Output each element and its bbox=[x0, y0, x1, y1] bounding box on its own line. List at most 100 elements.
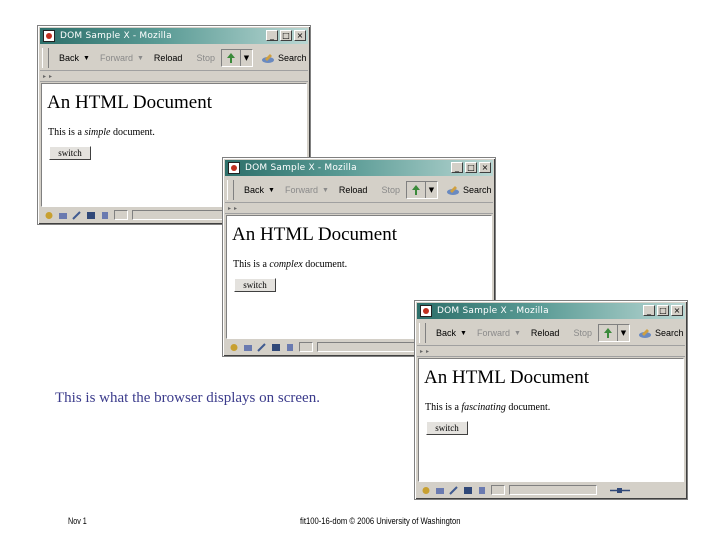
stop-button[interactable]: Stop bbox=[573, 328, 592, 338]
switch-button[interactable]: switch bbox=[49, 146, 91, 160]
toolbar-grip[interactable] bbox=[419, 323, 426, 343]
chat-icon[interactable] bbox=[463, 486, 473, 495]
stop-button[interactable]: Stop bbox=[196, 53, 215, 63]
navigator-icon[interactable] bbox=[44, 211, 54, 220]
toolbar-arrow-icon[interactable]: ▸ bbox=[420, 348, 423, 355]
forward-label: Forward bbox=[476, 328, 510, 338]
green-arrow-icon bbox=[222, 50, 240, 66]
forward-button[interactable]: Forward ▼ bbox=[477, 328, 521, 338]
toolbar-grip[interactable] bbox=[42, 48, 49, 68]
personal-toolbar: ▸ ▸ bbox=[40, 71, 308, 82]
forward-label: Forward bbox=[99, 53, 133, 63]
address-book-icon[interactable] bbox=[100, 211, 110, 220]
document-paragraph: This is a complex document. bbox=[233, 259, 347, 270]
title-bar[interactable]: DOM Sample X - Mozilla _ □ × bbox=[225, 160, 493, 176]
close-icon[interactable]: × bbox=[294, 30, 306, 41]
composer-icon[interactable] bbox=[449, 485, 459, 495]
search-icon bbox=[446, 185, 459, 195]
back-dropdown-icon[interactable]: ▼ bbox=[268, 187, 275, 194]
footer-date: Nov 1 bbox=[68, 516, 87, 526]
minimize-icon[interactable]: _ bbox=[266, 30, 278, 41]
paragraph-text: This is a bbox=[48, 127, 85, 138]
mail-icon[interactable] bbox=[243, 343, 253, 352]
search-button[interactable]: Search bbox=[446, 185, 492, 196]
search-icon bbox=[638, 328, 651, 338]
mail-icon[interactable] bbox=[58, 211, 68, 220]
forward-button[interactable]: Forward ▼ bbox=[100, 53, 144, 63]
minimize-icon[interactable]: _ bbox=[451, 162, 463, 173]
back-button[interactable]: Back ▼ bbox=[436, 328, 467, 338]
footer-copyright: fit100-16-dom © 2006 University of Washi… bbox=[300, 516, 461, 526]
app-icon bbox=[228, 162, 240, 174]
switch-button[interactable]: switch bbox=[234, 278, 276, 292]
document-paragraph: This is a fascinating document. bbox=[425, 402, 550, 413]
reload-button[interactable]: Reload bbox=[154, 53, 183, 63]
toolbar-arrow-icon[interactable]: ▸ bbox=[49, 73, 52, 80]
dropdown-arrow-icon[interactable]: ▼ bbox=[239, 50, 252, 66]
reload-button[interactable]: Reload bbox=[339, 185, 368, 195]
paragraph-text: This is a bbox=[233, 259, 270, 270]
navigation-toolbar: Back ▼ Forward ▼ Reload Stop ▼ Search bbox=[40, 46, 308, 71]
navigator-icon[interactable] bbox=[229, 343, 239, 352]
paragraph-text: This is a bbox=[425, 402, 462, 413]
window-title: DOM Sample X - Mozilla bbox=[437, 306, 549, 316]
composer-icon[interactable] bbox=[257, 342, 267, 352]
forward-button[interactable]: Forward ▼ bbox=[285, 185, 329, 195]
status-panel bbox=[509, 485, 597, 495]
back-button[interactable]: Back ▼ bbox=[59, 53, 90, 63]
status-panel bbox=[491, 485, 505, 495]
toolbar-grip[interactable] bbox=[227, 180, 234, 200]
stop-button[interactable]: Stop bbox=[381, 185, 400, 195]
window-controls: _ □ × bbox=[266, 30, 306, 41]
forward-dropdown-icon[interactable]: ▼ bbox=[137, 55, 144, 62]
navigator-icon[interactable] bbox=[421, 486, 431, 495]
go-combo[interactable]: ▼ bbox=[220, 49, 253, 67]
forward-dropdown-icon[interactable]: ▼ bbox=[322, 187, 329, 194]
search-button[interactable]: Search bbox=[638, 328, 683, 339]
connection-icon bbox=[609, 486, 631, 495]
toolbar-arrow-icon[interactable]: ▸ bbox=[426, 348, 429, 355]
window-controls: _ □ × bbox=[643, 305, 683, 316]
address-book-icon[interactable] bbox=[477, 486, 487, 495]
address-book-icon[interactable] bbox=[285, 343, 295, 352]
maximize-icon[interactable]: □ bbox=[657, 305, 669, 316]
chat-icon[interactable] bbox=[271, 343, 281, 352]
chat-icon[interactable] bbox=[86, 211, 96, 220]
forward-dropdown-icon[interactable]: ▼ bbox=[514, 330, 521, 337]
toolbar-arrow-icon[interactable]: ▸ bbox=[228, 205, 231, 212]
dropdown-arrow-icon[interactable]: ▼ bbox=[424, 182, 437, 198]
back-dropdown-icon[interactable]: ▼ bbox=[460, 330, 467, 337]
search-button[interactable]: Search bbox=[261, 53, 306, 64]
go-combo[interactable]: ▼ bbox=[597, 324, 630, 342]
dropdown-arrow-icon[interactable]: ▼ bbox=[616, 325, 629, 341]
back-dropdown-icon[interactable]: ▼ bbox=[83, 55, 90, 62]
back-button[interactable]: Back ▼ bbox=[244, 185, 275, 195]
status-panel bbox=[299, 342, 313, 352]
document-heading: An HTML Document bbox=[424, 367, 589, 388]
minimize-icon[interactable]: _ bbox=[643, 305, 655, 316]
maximize-icon[interactable]: □ bbox=[465, 162, 477, 173]
go-combo[interactable]: ▼ bbox=[405, 181, 438, 199]
close-icon[interactable]: × bbox=[671, 305, 683, 316]
toolbar-arrow-icon[interactable]: ▸ bbox=[43, 73, 46, 80]
reload-button[interactable]: Reload bbox=[531, 328, 560, 338]
close-icon[interactable]: × bbox=[479, 162, 491, 173]
back-label: Back bbox=[59, 53, 80, 63]
mail-icon[interactable] bbox=[435, 486, 445, 495]
toolbar-arrow-icon[interactable]: ▸ bbox=[234, 205, 237, 212]
maximize-icon[interactable]: □ bbox=[280, 30, 292, 41]
search-label: Search bbox=[462, 185, 492, 195]
title-bar[interactable]: DOM Sample X - Mozilla _ □ × bbox=[417, 303, 685, 319]
window-title: DOM Sample X - Mozilla bbox=[60, 31, 172, 41]
title-bar[interactable]: DOM Sample X - Mozilla _ □ × bbox=[40, 28, 308, 44]
emphasized-word: fascinating bbox=[461, 402, 506, 413]
green-arrow-icon bbox=[407, 182, 425, 198]
paragraph-text: document. bbox=[302, 259, 348, 270]
back-label: Back bbox=[436, 328, 457, 338]
status-bar bbox=[417, 483, 685, 497]
emphasized-word: complex bbox=[269, 259, 303, 270]
switch-button[interactable]: switch bbox=[426, 421, 468, 435]
composer-icon[interactable] bbox=[72, 210, 82, 220]
navigation-toolbar: Back ▼ Forward ▼ Reload Stop ▼ Search bbox=[225, 178, 493, 203]
personal-toolbar: ▸ ▸ bbox=[225, 203, 493, 214]
